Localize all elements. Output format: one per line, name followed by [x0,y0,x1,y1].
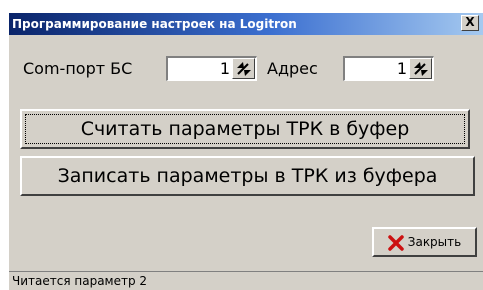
title-bar[interactable]: Программирование настроек на Logitron X [9,13,483,35]
dialog-window: Программирование настроек на Logitron X … [8,12,483,290]
read-to-buffer-button[interactable]: Считать параметры ТРК в буфер [20,109,470,149]
write-from-buffer-button[interactable]: Записать параметры в ТРК из буфера [20,156,475,196]
address-spinner[interactable]: 1 [343,56,434,81]
address-value[interactable]: 1 [397,59,407,79]
close-button-label: Закрыть [407,235,462,249]
window-title: Программирование настроек на Logitron [12,17,297,31]
close-button[interactable]: Закрыть [372,227,477,257]
com-port-label: Com-порт БС [23,59,133,78]
status-text: Читается параметр 2 [12,274,148,288]
com-port-spinner[interactable]: 1 [166,56,257,81]
com-port-spin-arrows-icon[interactable] [232,58,255,79]
address-spin-arrows-icon[interactable] [409,58,432,79]
address-label: Адрес [267,59,318,78]
red-x-icon [388,234,404,251]
status-bar: Читается параметр 2 [9,271,483,290]
title-close-button[interactable]: X [461,15,479,31]
com-port-value[interactable]: 1 [220,59,230,79]
